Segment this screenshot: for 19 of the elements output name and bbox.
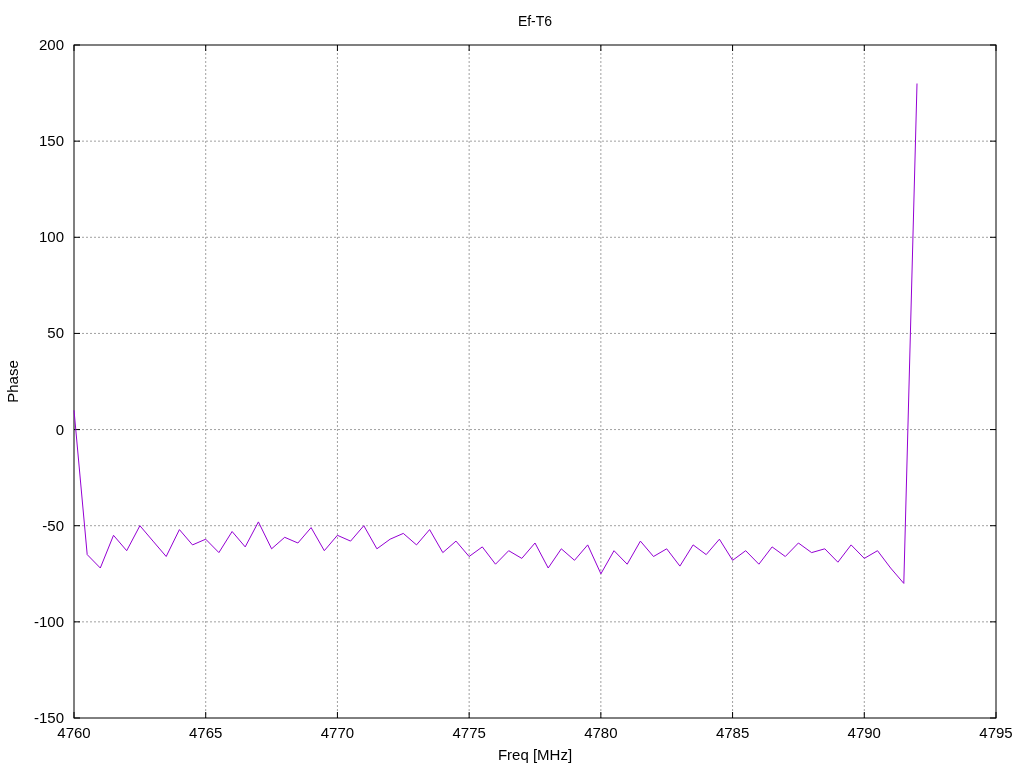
- tick-label: 150: [38, 132, 64, 150]
- tick-label: 0: [55, 420, 64, 438]
- tick-label: 200: [38, 36, 64, 53]
- tick-label: 4785: [715, 724, 750, 741]
- tick-label: -150: [33, 709, 64, 726]
- tick-label: 4760: [57, 724, 91, 741]
- axis-label: Phase: [4, 360, 21, 403]
- tick-label: 4795: [979, 724, 1013, 741]
- tick-label: 4765: [189, 724, 223, 741]
- tick-label: 4790: [847, 724, 881, 741]
- axis-label: Freq [MHz]: [497, 746, 573, 763]
- tick-label: 4770: [320, 724, 355, 741]
- tick-label: -50: [42, 516, 64, 534]
- tick-label: 4780: [584, 724, 618, 741]
- tick-label: -100: [33, 612, 64, 630]
- chart-title: Ef-T6: [517, 13, 553, 29]
- tick-label: 100: [38, 228, 64, 246]
- tick-label: 4775: [452, 724, 486, 741]
- tick-label: 50: [47, 324, 64, 342]
